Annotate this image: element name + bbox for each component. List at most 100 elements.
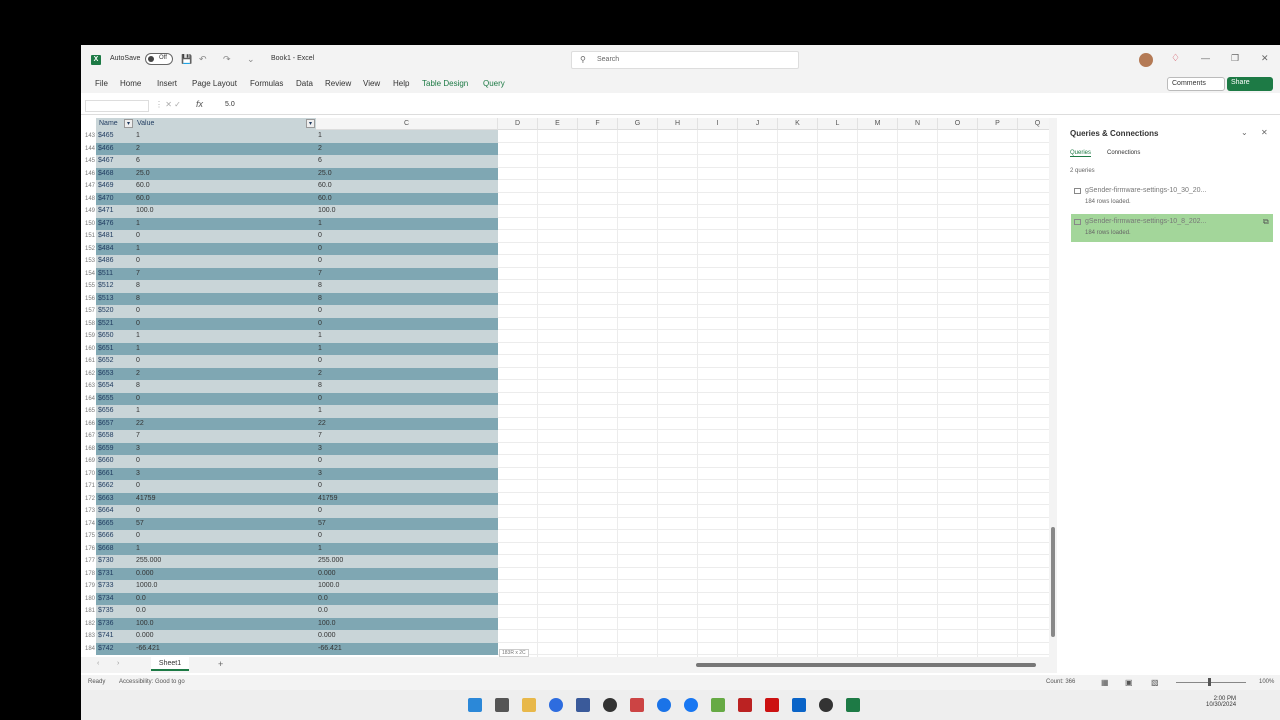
cell-c[interactable]: 0 [316,392,498,405]
cell-c[interactable]: 0 [316,242,498,255]
tab-review[interactable]: Review [325,79,351,88]
cell-c[interactable]: 1 [316,342,498,355]
cell-name[interactable]: $651 [96,342,134,355]
cell-name[interactable]: $481 [96,230,134,243]
cell-name[interactable]: $650 [96,330,134,343]
cell-value[interactable]: 57 [134,517,316,530]
cell-name[interactable]: $661 [96,467,134,480]
cell-name[interactable]: $484 [96,242,134,255]
cell-name[interactable]: $734 [96,592,134,605]
zoom-app-icon[interactable] [549,698,563,712]
row-number[interactable]: 176 [81,543,95,556]
page-layout-view-icon[interactable]: ▣ [1125,678,1133,687]
column-header-l[interactable]: L [818,118,858,130]
column-header-p[interactable]: P [978,118,1018,130]
tab-queries[interactable]: Queries [1070,150,1092,157]
cell-name[interactable]: $736 [96,617,134,630]
cell-name[interactable]: $733 [96,580,134,593]
cell-value[interactable]: 100.0 [134,205,316,218]
cell-c[interactable]: 8 [316,380,498,393]
app-icon[interactable] [630,698,644,712]
zoom-slider-thumb[interactable] [1208,678,1211,686]
row-number[interactable]: 173 [81,505,95,518]
row-number[interactable]: 151 [81,230,95,243]
row-number[interactable]: 175 [81,530,95,543]
row-number[interactable]: 168 [81,443,95,456]
cell-c[interactable]: 60.0 [316,192,498,205]
cell-c[interactable]: 25.0 [316,167,498,180]
cell-value[interactable]: 0 [134,230,316,243]
cell-c[interactable]: 0 [316,455,498,468]
cell-value[interactable]: 1 [134,330,316,343]
row-number[interactable]: 148 [81,193,95,206]
row-number[interactable]: 143 [81,130,95,143]
excel-taskbar-icon[interactable] [846,698,860,712]
row-number[interactable]: 157 [81,305,95,318]
cell-c[interactable]: 0.000 [316,630,498,643]
column-header-o[interactable]: O [938,118,978,130]
cell-name[interactable]: $658 [96,430,134,443]
row-number[interactable]: 164 [81,393,95,406]
cell-c[interactable]: 3 [316,442,498,455]
cell-c[interactable]: 0 [316,305,498,318]
cell-value[interactable]: 60.0 [134,180,316,193]
worksheet-grid[interactable]: Name ▾ Value ▾ C DEFGHIJKLMNOPQ 143 $465 1… [81,118,1057,657]
app-icon[interactable] [819,698,833,712]
restore-icon[interactable]: ❐ [1231,53,1239,64]
vertical-scrollbar[interactable] [1049,118,1057,657]
cell-name[interactable]: $735 [96,605,134,618]
cell-name[interactable]: $465 [96,130,134,143]
row-number[interactable]: 146 [81,168,95,181]
row-number[interactable]: 156 [81,293,95,306]
row-number[interactable]: 172 [81,493,95,506]
row-number[interactable]: 179 [81,580,95,593]
cell-c[interactable]: 0 [316,355,498,368]
cell-value[interactable]: 1 [134,130,316,143]
cell-value[interactable]: 7 [134,267,316,280]
name-box[interactable] [85,100,149,112]
cell-c[interactable]: 0 [316,255,498,268]
cell-value[interactable]: 0 [134,305,316,318]
cell-c[interactable]: 1 [316,542,498,555]
tab-file[interactable]: File [95,79,108,88]
query-item[interactable]: gSender-firmware-settings-10_30_20... 18… [1071,183,1273,211]
edge-icon[interactable] [657,698,671,712]
fx-icon[interactable]: fx [196,99,203,109]
column-header-c[interactable]: C [316,118,498,130]
cell-c[interactable]: 0 [316,530,498,543]
row-number[interactable]: 154 [81,268,95,281]
cell-name[interactable]: $486 [96,255,134,268]
tab-connections[interactable]: Connections [1107,150,1140,156]
cell-name[interactable]: $656 [96,405,134,418]
cell-name[interactable]: $659 [96,442,134,455]
cell-c[interactable]: 1 [316,217,498,230]
cell-value[interactable]: 8 [134,380,316,393]
filter-dropdown-icon[interactable]: ▾ [124,119,133,128]
tab-insert[interactable]: Insert [157,79,177,88]
cell-c[interactable]: 3 [316,467,498,480]
formula-input[interactable]: 5.0 [225,101,235,108]
cell-value[interactable]: 8 [134,292,316,305]
cell-c[interactable]: 2 [316,367,498,380]
row-number[interactable]: 184 [81,643,95,656]
app-icon[interactable] [576,698,590,712]
query-item-selected[interactable]: gSender-firmware-settings-10_8_202... 18… [1071,214,1273,242]
tab-table-design[interactable]: Table Design [422,79,468,88]
cell-value[interactable]: 0 [134,505,316,518]
app-icon[interactable] [738,698,752,712]
cell-value[interactable]: 3 [134,467,316,480]
cell-c[interactable]: 1000.0 [316,580,498,593]
normal-view-icon[interactable]: ▦ [1101,678,1109,687]
cell-c[interactable]: 2 [316,142,498,155]
tab-page-layout[interactable]: Page Layout [192,79,237,88]
cell-c[interactable]: 41759 [316,492,498,505]
vertical-scroll-thumb[interactable] [1051,527,1055,637]
cell-name[interactable]: $660 [96,455,134,468]
tab-formulas[interactable]: Formulas [250,79,283,88]
cell-name[interactable]: $655 [96,392,134,405]
cell-c[interactable]: 0 [316,317,498,330]
avatar[interactable] [1139,53,1153,67]
cell-value[interactable]: 0 [134,455,316,468]
cell-name[interactable]: $730 [96,555,134,568]
cell-name[interactable]: $521 [96,317,134,330]
